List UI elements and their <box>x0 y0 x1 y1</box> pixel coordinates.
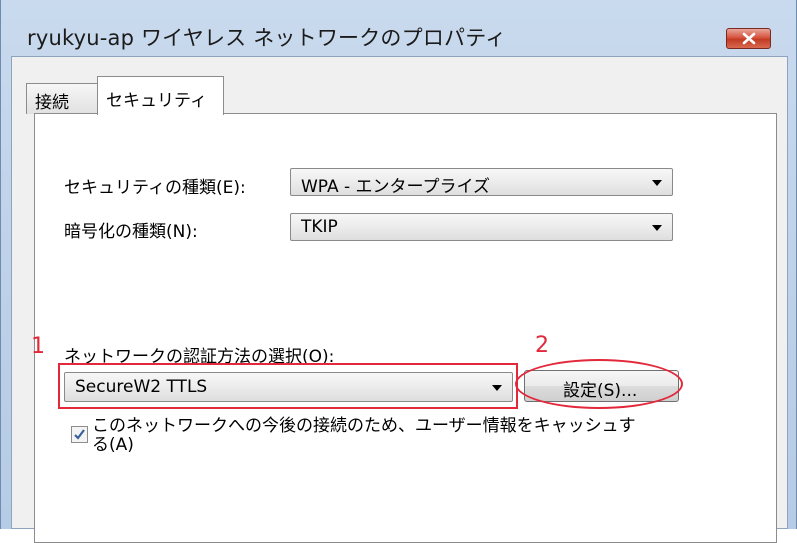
chevron-down-icon <box>652 225 662 231</box>
close-button[interactable] <box>726 28 771 49</box>
window-title: ryukyu-ap ワイヤレス ネットワークのプロパティ <box>27 26 507 50</box>
checkmark-icon <box>74 429 85 440</box>
encryption-type-label: 暗号化の種類(N): <box>64 222 198 242</box>
security-type-value: WPA - エンタープライズ <box>301 177 491 197</box>
security-type-dropdown[interactable]: WPA - エンタープライズ <box>290 168 673 197</box>
annotation-highlight-box <box>58 363 518 409</box>
properties-dialog: ryukyu-ap ワイヤレス ネットワークのプロパティ 接続 セキュリティ セ… <box>0 0 797 543</box>
remember-credentials-checkbox[interactable] <box>71 426 88 443</box>
annotation-marker-2: 2 <box>535 333 549 358</box>
tab-connection-label: 接続 <box>35 93 69 113</box>
encryption-type-dropdown[interactable]: TKIP <box>290 213 673 241</box>
tab-connection[interactable]: 接続 <box>26 83 98 114</box>
title-bar[interactable]: ryukyu-ap ワイヤレス ネットワークのプロパティ <box>1 0 796 56</box>
remember-credentials-label: このネットワークへの今後の接続のため、ユーザー情報をキャッシュする(A) <box>92 416 636 455</box>
annotation-marker-1: 1 <box>31 334 45 359</box>
tab-security[interactable]: セキュリティ <box>97 76 224 115</box>
annotation-highlight-ellipse <box>515 359 683 409</box>
close-icon <box>742 32 756 45</box>
tab-security-label: セキュリティ <box>106 91 207 111</box>
security-type-label: セキュリティの種類(E): <box>64 178 246 198</box>
encryption-type-value: TKIP <box>301 217 338 237</box>
chevron-down-icon <box>652 180 662 186</box>
